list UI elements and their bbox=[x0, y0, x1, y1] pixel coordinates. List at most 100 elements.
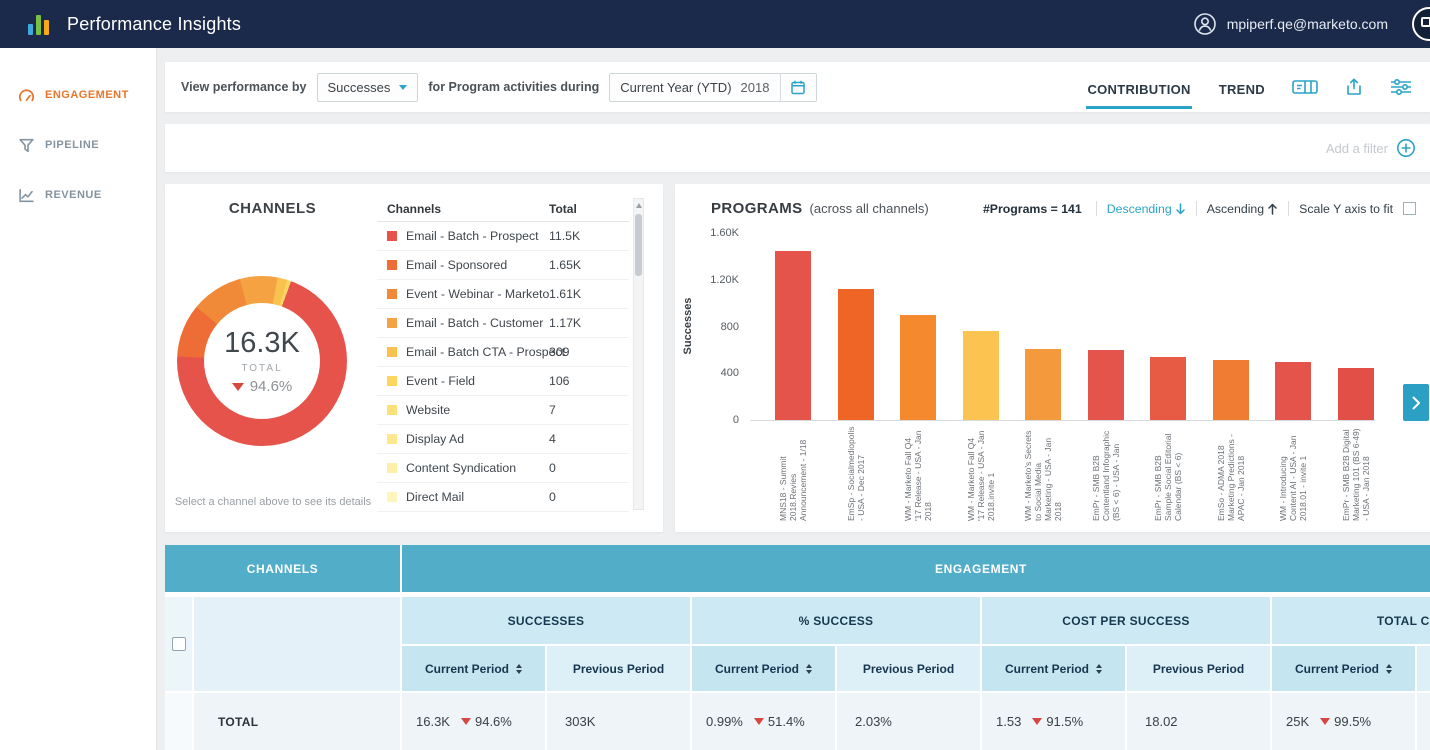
channel-row[interactable]: Event - Webinar - Marketo1.61K bbox=[377, 280, 629, 309]
program-bar[interactable] bbox=[1213, 360, 1249, 420]
channel-row[interactable]: Email - Batch CTA - Prospect309 bbox=[377, 338, 629, 367]
funnel-icon bbox=[18, 137, 35, 154]
view-by-value: Successes bbox=[328, 80, 391, 95]
cell-value: 303K bbox=[565, 714, 595, 729]
program-bar[interactable] bbox=[1275, 362, 1311, 420]
program-bar[interactable] bbox=[775, 251, 811, 420]
channel-row[interactable]: Content Syndication0 bbox=[377, 454, 629, 483]
channel-name: Website bbox=[406, 403, 450, 417]
channel-row[interactable]: Event - Field106 bbox=[377, 367, 629, 396]
channel-color-swatch bbox=[387, 231, 397, 241]
gauge-icon bbox=[18, 87, 35, 104]
program-bar[interactable] bbox=[1088, 350, 1124, 420]
delta-badge: 51.4% bbox=[754, 714, 805, 729]
channel-name: Direct Mail bbox=[406, 490, 464, 504]
select-all-checkbox[interactable] bbox=[172, 637, 186, 651]
channel-color-swatch bbox=[387, 347, 397, 357]
period-value: Current Year (YTD) bbox=[620, 80, 731, 95]
scale-y-label: Scale Y axis to fit bbox=[1299, 202, 1393, 216]
channel-row[interactable]: Email - Batch - Prospect11.5K bbox=[377, 222, 629, 251]
program-bar[interactable] bbox=[838, 289, 874, 420]
program-x-label: WM - Marketo's Secrets to Social Media M… bbox=[1023, 425, 1063, 521]
channel-total: 7 bbox=[549, 403, 556, 417]
y-tick: 1.60K bbox=[693, 227, 739, 239]
scorecard-view-icon[interactable] bbox=[1292, 77, 1318, 97]
cell-value: 0.99% bbox=[706, 714, 743, 729]
sort-icon[interactable] bbox=[1386, 664, 1392, 674]
col-header-current[interactable]: Current Period bbox=[692, 646, 835, 691]
calendar-icon[interactable] bbox=[780, 73, 806, 102]
program-x-label: WM - Introducing Content AI - USA - Jan … bbox=[1278, 425, 1308, 521]
col-header-current[interactable]: Current Period bbox=[402, 646, 545, 691]
col-header-current[interactable]: Current Period bbox=[982, 646, 1125, 691]
sidebar-item-label: ENGAGEMENT bbox=[45, 89, 129, 101]
top-bar: Performance Insights mpiperf.qe@marketo.… bbox=[0, 0, 1430, 48]
channel-color-swatch bbox=[387, 463, 397, 473]
settings-sliders-icon[interactable] bbox=[1390, 77, 1412, 97]
sort-icon[interactable] bbox=[1096, 664, 1102, 674]
view-by-select[interactable]: Successes bbox=[317, 73, 419, 102]
scroll-up-icon[interactable] bbox=[634, 199, 643, 212]
sidebar-item-engagement[interactable]: ENGAGEMENT bbox=[0, 70, 156, 120]
channel-name: Event - Webinar - Marketo bbox=[406, 287, 549, 301]
programs-subtitle: (across all channels) bbox=[810, 201, 929, 216]
cell-value: 18.02 bbox=[1145, 714, 1178, 729]
channel-color-swatch bbox=[387, 260, 397, 270]
user-avatar-icon[interactable] bbox=[1193, 12, 1217, 36]
channel-row[interactable]: Email - Sponsored1.65K bbox=[377, 251, 629, 280]
channel-total: 309 bbox=[549, 345, 570, 359]
sort-descending-button[interactable]: Descending bbox=[1107, 202, 1186, 216]
add-filter-plus-icon[interactable] bbox=[1396, 138, 1416, 158]
channels-scrollbar[interactable] bbox=[633, 198, 644, 510]
channels-list: Channels Total Email - Batch - Prospect1… bbox=[377, 196, 629, 512]
sort-ascending-button[interactable]: Ascending bbox=[1207, 202, 1278, 216]
add-filter-label: Add a filter bbox=[1326, 141, 1388, 156]
total-totalcost-previous-cell bbox=[1417, 693, 1430, 750]
channel-name: Email - Batch CTA - Prospect bbox=[406, 345, 565, 359]
sort-icon[interactable] bbox=[806, 664, 812, 674]
channels-list-header: Channels Total bbox=[377, 196, 629, 222]
col-header-current[interactable]: Current Period bbox=[1272, 646, 1415, 691]
channel-row[interactable]: Email - Batch - Customer1.17K bbox=[377, 309, 629, 338]
program-x-label: WM - Marketo Fall Q4 '17 Release - USA -… bbox=[903, 425, 933, 521]
delta-badge: 91.5% bbox=[1032, 714, 1083, 729]
scrollbar-thumb[interactable] bbox=[635, 214, 642, 276]
channel-row[interactable]: Website 7 bbox=[377, 396, 629, 425]
channel-color-swatch bbox=[387, 289, 397, 299]
channel-total: 1.17K bbox=[549, 316, 581, 330]
period-select[interactable]: Current Year (YTD) 2018 bbox=[609, 73, 817, 102]
cell-value: 25K bbox=[1286, 714, 1309, 729]
down-triangle-icon bbox=[1320, 718, 1330, 725]
user-email[interactable]: mpiperf.qe@marketo.com bbox=[1227, 16, 1388, 32]
program-x-label: EmPr - SMB B2B Sample Social Editorial C… bbox=[1153, 425, 1183, 521]
sort-icon[interactable] bbox=[516, 664, 522, 674]
feedback-icon[interactable] bbox=[1412, 7, 1430, 41]
channel-color-swatch bbox=[387, 434, 397, 444]
next-page-button[interactable] bbox=[1403, 384, 1429, 421]
table-header-channels: CHANNELS bbox=[165, 545, 400, 592]
program-bar[interactable] bbox=[963, 331, 999, 420]
donut-total-value: 16.3K bbox=[224, 327, 300, 360]
tab-trend[interactable]: TREND bbox=[1218, 66, 1266, 109]
total-row-label: TOTAL bbox=[194, 693, 400, 750]
program-bar[interactable] bbox=[900, 315, 936, 420]
during-label: for Program activities during bbox=[428, 80, 599, 94]
scale-y-checkbox[interactable] bbox=[1403, 202, 1416, 215]
tab-contribution[interactable]: CONTRIBUTION bbox=[1086, 66, 1191, 109]
donut-delta-value: 94.6% bbox=[250, 378, 293, 395]
channel-color-swatch bbox=[387, 318, 397, 328]
table-header-engagement: ENGAGEMENT bbox=[402, 545, 1430, 592]
program-bar[interactable] bbox=[1338, 368, 1374, 420]
program-bar[interactable] bbox=[1150, 357, 1186, 420]
channels-panel: CHANNELS 16.3K TOTAL 94.6% Select a chan… bbox=[165, 184, 663, 532]
performance-insights-app: Performance Insights mpiperf.qe@marketo.… bbox=[0, 0, 1430, 750]
sidebar-item-revenue[interactable]: REVENUE bbox=[0, 170, 156, 220]
channel-row[interactable]: Display Ad4 bbox=[377, 425, 629, 454]
program-bar[interactable] bbox=[1025, 349, 1061, 420]
channel-row[interactable]: Direct Mail0 bbox=[377, 483, 629, 512]
channel-color-swatch bbox=[387, 405, 397, 415]
channel-total: 1.61K bbox=[549, 287, 581, 301]
export-icon[interactable] bbox=[1344, 77, 1364, 97]
view-toolbar: View performance by Successes for Progra… bbox=[165, 62, 1430, 112]
sidebar-item-pipeline[interactable]: PIPELINE bbox=[0, 120, 156, 170]
